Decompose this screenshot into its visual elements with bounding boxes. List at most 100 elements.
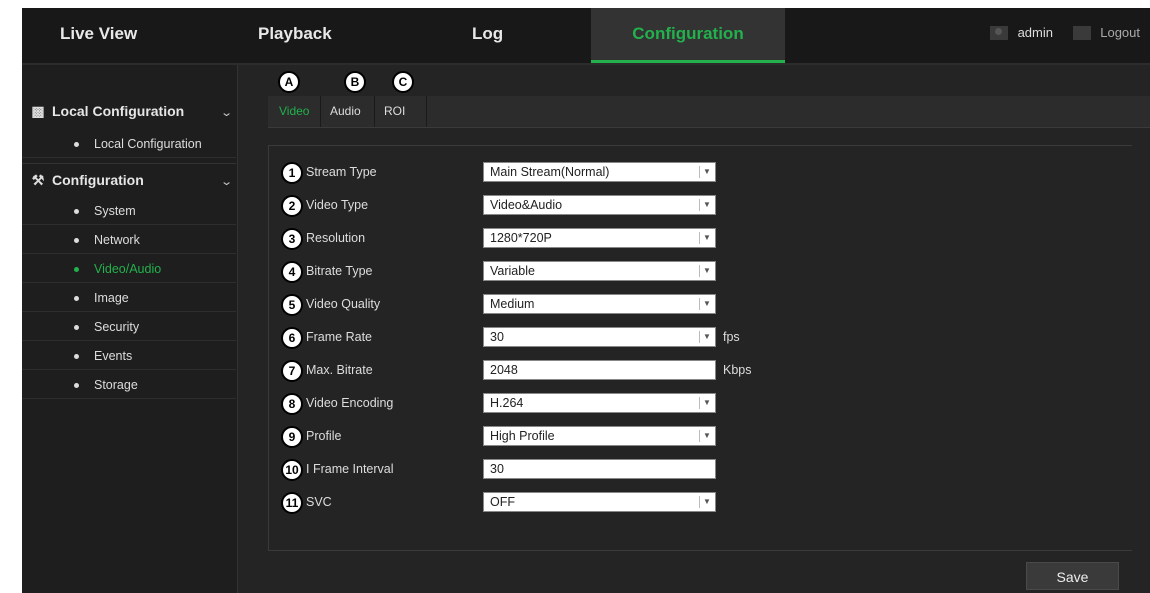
- callout-number: 2: [281, 195, 303, 217]
- dropdown-arrow-icon[interactable]: ▼: [699, 262, 715, 280]
- callout-number: 7: [281, 360, 303, 382]
- select-value: High Profile: [490, 429, 555, 443]
- bullet-icon: [74, 325, 79, 330]
- field-label: Video Type: [306, 198, 369, 212]
- callout-number: 6: [281, 327, 303, 349]
- select-value: Medium: [490, 297, 535, 311]
- sidebar-item-security[interactable]: Security: [22, 313, 236, 341]
- logout-link[interactable]: Logout: [1100, 25, 1140, 40]
- sidebar-item-label: Events: [94, 349, 133, 363]
- nav-tab-log[interactable]: Log: [472, 8, 503, 63]
- username: admin: [1017, 25, 1053, 41]
- nav-tab-live-view[interactable]: Live View: [60, 8, 137, 63]
- video-type-select[interactable]: Video&Audio ▼: [483, 195, 716, 215]
- callout-a: A: [278, 71, 300, 93]
- tab-roi[interactable]: ROI: [384, 104, 405, 118]
- tab-divider: [374, 96, 375, 127]
- sidebar-item-label: Video/Audio: [94, 262, 162, 276]
- tab-bar: Video Audio ROI: [268, 96, 1150, 128]
- callout-number: 3: [281, 228, 303, 250]
- sidebar-item-storage[interactable]: Storage: [22, 371, 236, 399]
- sidebar-item-image[interactable]: Image: [22, 284, 236, 312]
- field-label: Max. Bitrate: [306, 363, 373, 377]
- select-value: 1280*720P: [490, 231, 552, 245]
- tab-divider: [320, 96, 321, 127]
- user-icon: [989, 25, 1008, 40]
- select-value: OFF: [490, 495, 515, 509]
- bullet-icon: [74, 296, 79, 301]
- sidebar-section-label: Configuration: [52, 172, 144, 188]
- callout-b: B: [344, 71, 366, 93]
- nav-tab-configuration[interactable]: Configuration: [591, 8, 785, 63]
- input-value: 2048: [490, 363, 518, 377]
- sidebar-item-video-audio[interactable]: Video/Audio: [22, 255, 236, 283]
- sidebar-item-label: Image: [94, 291, 129, 305]
- video-encoding-select[interactable]: H.264 ▼: [483, 393, 716, 413]
- field-label: Resolution: [306, 231, 366, 245]
- sidebar-item-label: Security: [94, 320, 140, 334]
- svc-select[interactable]: OFF ▼: [483, 492, 716, 512]
- save-button[interactable]: Save: [1026, 562, 1119, 590]
- bullet-icon: [74, 209, 79, 214]
- bullet-icon: [74, 354, 79, 359]
- chevron-down-icon[interactable]: ⌄: [220, 175, 233, 188]
- dropdown-arrow-icon[interactable]: ▼: [699, 328, 715, 346]
- sidebar-section-local-configuration[interactable]: ▩ Local Configuration: [30, 103, 184, 120]
- field-label: Stream Type: [306, 165, 377, 179]
- callout-c: C: [392, 71, 414, 93]
- callout-number: 5: [281, 294, 303, 316]
- bitrate-type-select[interactable]: Variable ▼: [483, 261, 716, 281]
- callout-number: 8: [281, 393, 303, 415]
- sidebar-item-label: Storage: [94, 378, 138, 392]
- sidebar-section-label: Local Configuration: [52, 103, 185, 119]
- select-value: Variable: [490, 264, 535, 278]
- callout-number: 10: [281, 459, 303, 481]
- video-quality-select[interactable]: Medium ▼: [483, 294, 716, 314]
- dropdown-arrow-icon[interactable]: ▼: [699, 427, 715, 445]
- dropdown-arrow-icon[interactable]: ▼: [699, 394, 715, 412]
- bullet-icon: [74, 267, 79, 272]
- select-value: Main Stream(Normal): [490, 165, 610, 179]
- tab-video[interactable]: Video: [279, 104, 309, 118]
- profile-select[interactable]: High Profile ▼: [483, 426, 716, 446]
- callout-number: 4: [281, 261, 303, 283]
- field-label: I Frame Interval: [306, 462, 394, 476]
- sidebar: ▩ Local Configuration ⌄ Local Configurati…: [22, 65, 238, 593]
- stream-type-select[interactable]: Main Stream(Normal) ▼: [483, 162, 716, 182]
- field-label: SVC: [306, 495, 332, 509]
- field-label: Bitrate Type: [306, 264, 373, 278]
- field-label: Profile: [306, 429, 342, 443]
- dropdown-arrow-icon[interactable]: ▼: [699, 163, 715, 181]
- resolution-select[interactable]: 1280*720P ▼: [483, 228, 716, 248]
- dropdown-arrow-icon[interactable]: ▼: [699, 229, 715, 247]
- chevron-down-icon[interactable]: ⌄: [220, 106, 233, 119]
- sidebar-item-local-configuration[interactable]: Local Configuration: [22, 130, 236, 158]
- sidebar-item-network[interactable]: Network: [22, 226, 236, 254]
- tab-audio[interactable]: Audio: [330, 104, 361, 118]
- field-label: Frame Rate: [306, 330, 372, 344]
- bullet-icon: [74, 238, 79, 243]
- sidebar-item-events[interactable]: Events: [22, 342, 236, 370]
- app-window: Live View Playback Log Configuration adm…: [22, 8, 1150, 593]
- local-config-icon: ▩: [31, 103, 45, 119]
- frame-rate-select[interactable]: 30 ▼: [483, 327, 716, 347]
- select-value: H.264: [490, 396, 524, 410]
- sidebar-section-configuration[interactable]: ⚒ Configuration: [30, 172, 144, 189]
- callout-number: 9: [281, 426, 303, 448]
- dropdown-arrow-icon[interactable]: ▼: [699, 196, 715, 214]
- max-bitrate-input[interactable]: 2048: [483, 360, 716, 380]
- bullet-icon: [74, 383, 79, 388]
- logout-icon[interactable]: [1072, 25, 1091, 40]
- sidebar-item-system[interactable]: System: [22, 197, 236, 225]
- dropdown-arrow-icon[interactable]: ▼: [699, 295, 715, 313]
- unit-label: fps: [723, 330, 740, 344]
- select-value: Video&Audio: [490, 198, 563, 212]
- callout-number: 1: [281, 162, 303, 184]
- dropdown-arrow-icon[interactable]: ▼: [699, 493, 715, 511]
- sidebar-item-label: Local Configuration: [94, 137, 202, 151]
- nav-tab-playback[interactable]: Playback: [258, 8, 332, 63]
- i-frame-interval-input[interactable]: 30: [483, 459, 716, 479]
- tab-divider: [426, 96, 427, 127]
- sidebar-item-label: Network: [94, 233, 140, 247]
- input-value: 30: [490, 462, 504, 476]
